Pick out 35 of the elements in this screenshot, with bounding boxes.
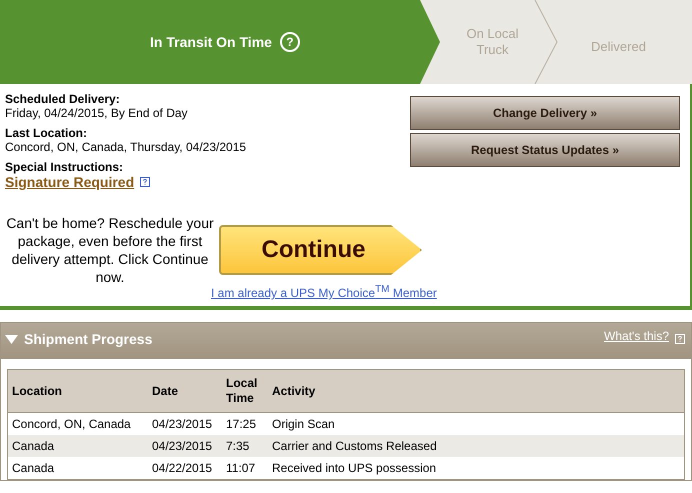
detail-value: Concord, ON, Canada, Thursday, 04/23/2015 — [5, 140, 246, 154]
column-header: Local Time — [222, 370, 268, 412]
column-header: Activity — [268, 370, 684, 412]
step-divider-icon — [533, 0, 559, 84]
detail-value: Friday, 04/24/2015, By End of Day — [5, 106, 189, 120]
detail-label: Special Instructions: — [5, 160, 124, 174]
signature-link[interactable]: Signature Required — [5, 174, 134, 190]
action-button[interactable]: Request Status Updates » — [410, 133, 680, 167]
help-icon[interactable]: ? — [280, 32, 300, 52]
collapse-icon[interactable] — [5, 334, 18, 344]
step-label: Delivered — [591, 39, 646, 55]
step-label: In Transit On Time — [150, 34, 272, 50]
action-button[interactable]: Change Delivery » — [410, 96, 680, 130]
table-cell: Canada — [8, 457, 148, 480]
step-label: On Local Truck — [465, 26, 520, 58]
detail-label: Last Location: — [5, 126, 88, 140]
continue-button[interactable]: Continue — [219, 225, 422, 275]
table-cell: Carrier and Customs Released — [268, 435, 684, 457]
member-link[interactable]: I am already a UPS My Choice$^{TM}$ Member — [211, 286, 437, 300]
table-cell: Origin Scan — [268, 412, 684, 435]
table-cell: Concord, ON, Canada — [8, 412, 148, 435]
reschedule-message: Can't be home? Reschedule your package, even before the first delivery attempt. Click Continue now. — [5, 214, 215, 286]
table-cell: Received into UPS possession — [268, 457, 684, 480]
table-cell: 04/23/2015 — [148, 435, 222, 457]
table-cell: 04/22/2015 — [148, 457, 222, 480]
table-cell: 7:35 — [222, 435, 268, 457]
help-icon[interactable] — [140, 177, 150, 187]
column-header: Date — [148, 370, 222, 412]
table-cell: 04/23/2015 — [148, 412, 222, 435]
table-cell: Canada — [8, 435, 148, 457]
column-header: Location — [8, 370, 148, 412]
section-title: Shipment Progress — [24, 331, 152, 347]
detail-label: Scheduled Delivery: — [5, 92, 121, 106]
table-cell: 11:07 — [222, 457, 268, 480]
table-cell: 17:25 — [222, 412, 268, 435]
